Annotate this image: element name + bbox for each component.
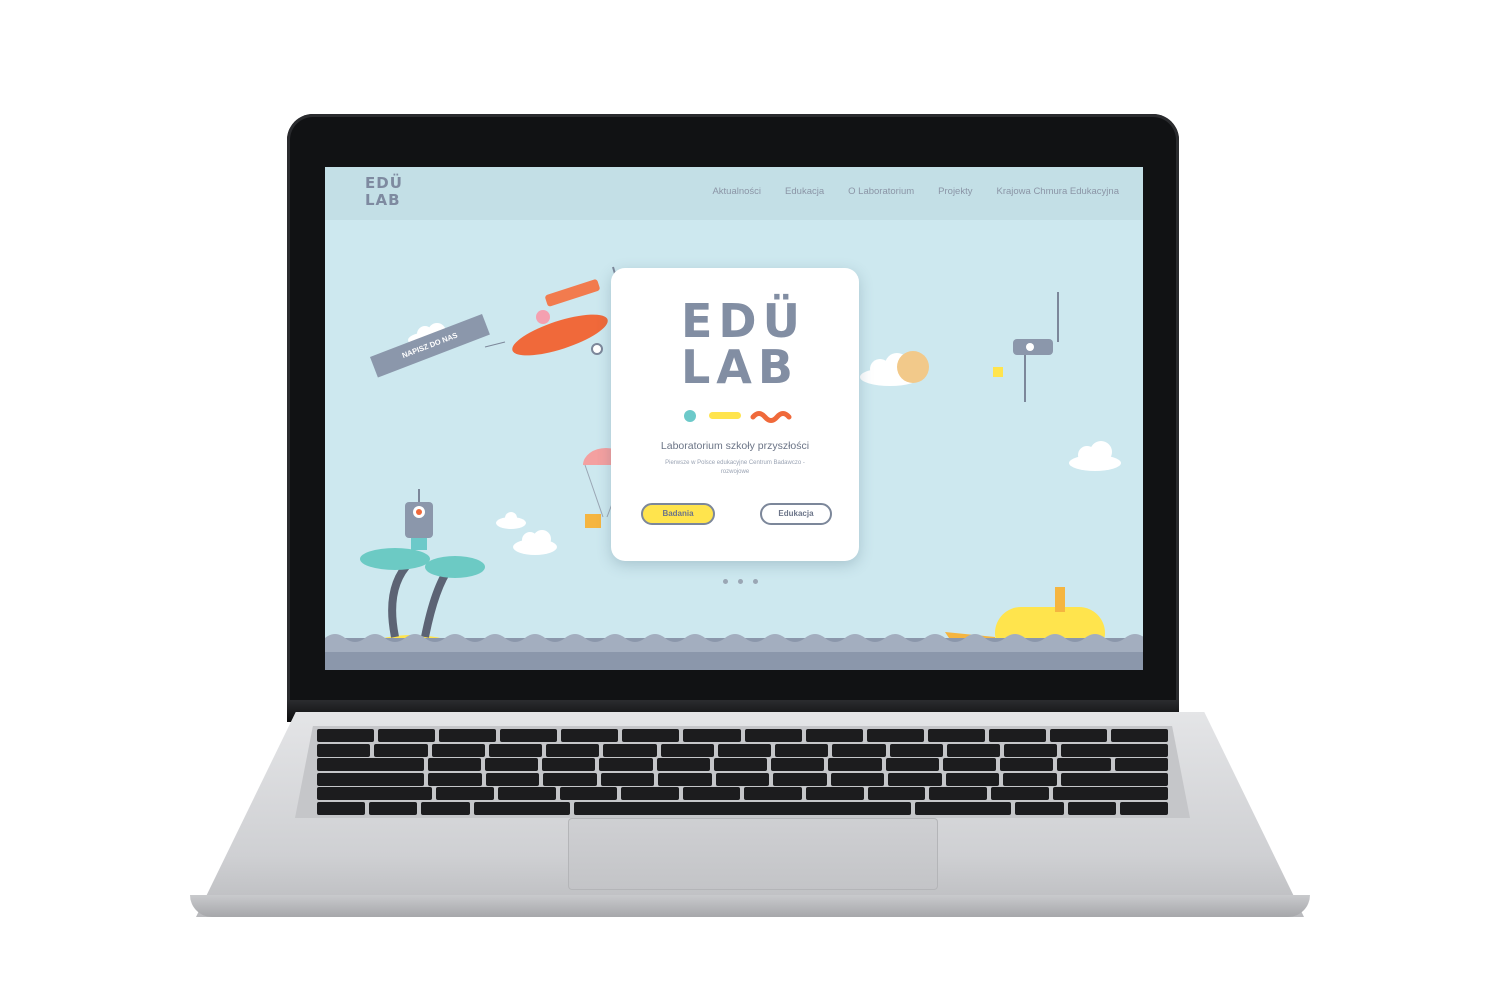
logo-decoration-icon — [684, 410, 792, 423]
slider-dot-2[interactable] — [738, 579, 743, 584]
hero-logo-line-1: EDÜ — [681, 294, 806, 348]
logo-line-1: EDÜ — [365, 174, 403, 192]
sea-waves — [325, 634, 1143, 670]
top-navbar: EDÜ LAB Aktualności Edukacja O Laborator… — [325, 167, 1143, 220]
nav-link-o-laboratorium[interactable]: O Laboratorium — [848, 186, 914, 197]
laptop-front-edge — [190, 895, 1310, 917]
edulab-logo[interactable]: EDÜ LAB — [365, 175, 405, 211]
hero-logo-line-2: LAB — [681, 340, 799, 394]
nav-link-aktualnosci[interactable]: Aktualności — [712, 186, 761, 197]
main-nav: Aktualności Edukacja O Laboratorium Proj… — [712, 186, 1119, 197]
nav-link-projekty[interactable]: Projekty — [938, 186, 972, 197]
slider-dot-3[interactable] — [753, 579, 758, 584]
hanging-robot-icon — [993, 292, 1059, 402]
robot-icon — [405, 489, 433, 550]
slider-dots — [723, 579, 758, 584]
hero-logo: EDÜ LAB — [681, 298, 801, 398]
education-button[interactable]: Edukacja — [760, 503, 832, 525]
hero-title: Laboratorium szkoły przyszłości — [660, 440, 810, 452]
slider-dot-1[interactable] — [723, 579, 728, 584]
nav-link-edukacja[interactable]: Edukacja — [785, 186, 824, 197]
hero-card: EDÜ LAB Laboratorium szkoły przyszłości … — [611, 268, 859, 561]
hero-subtitle: Pierwsze w Polsce edukacyjne Centrum Bad… — [665, 460, 805, 475]
logo-line-2: LAB — [365, 191, 401, 209]
nav-link-krajowa-chmura[interactable]: Krajowa Chmura Edukacyjna — [996, 186, 1119, 197]
keyboard — [295, 726, 1190, 818]
trackpad[interactable] — [568, 818, 938, 890]
research-button[interactable]: Badania — [641, 503, 715, 525]
browser-viewport: EDÜ LAB Aktualności Edukacja O Laborator… — [325, 167, 1143, 670]
sun-icon — [897, 351, 929, 383]
airplane-icon — [484, 266, 631, 356]
